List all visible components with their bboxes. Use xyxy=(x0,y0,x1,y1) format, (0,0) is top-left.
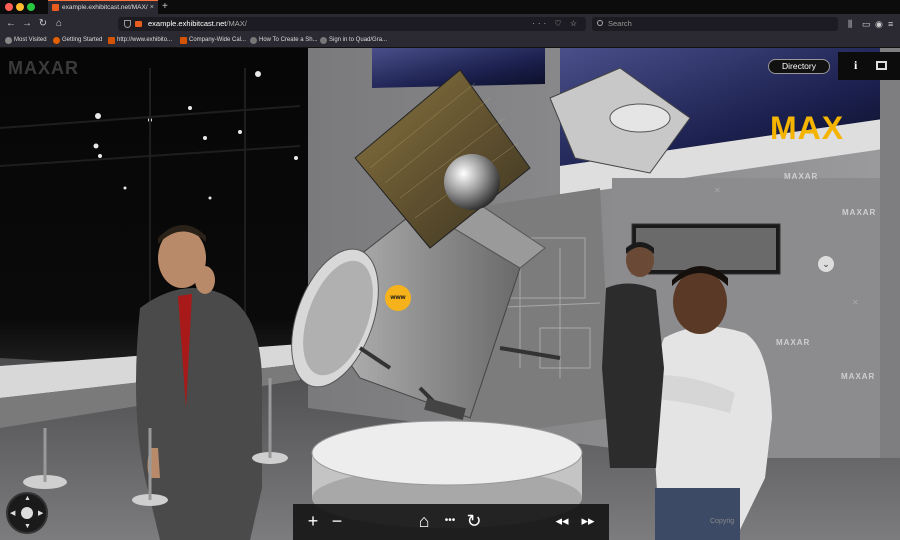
library-icon[interactable]: ⫼ xyxy=(848,17,852,31)
maxar-logo: MAXAR xyxy=(8,58,79,78)
wall-sign: MAXAR xyxy=(784,172,819,181)
url-path: /MAX/ xyxy=(226,19,247,28)
previous-button[interactable]: ◂◂ xyxy=(551,510,573,534)
x-mark-icon: ✕ xyxy=(714,186,721,195)
wall-sign: MAXAR xyxy=(841,372,876,381)
directory-button[interactable]: Directory xyxy=(768,59,830,74)
bookmarks-bar: Most Visited Getting Started http://www.… xyxy=(0,34,900,48)
search-placeholder: Search xyxy=(608,19,632,28)
chevron-down-icon[interactable]: ⌄ xyxy=(818,256,834,272)
home-icon[interactable]: ⌂ xyxy=(52,17,66,31)
site-identity-icon[interactable] xyxy=(135,21,142,27)
more-button[interactable]: ••• xyxy=(439,510,461,534)
site-favicon-icon xyxy=(108,37,115,44)
arrow-down-icon[interactable]: ▼ xyxy=(24,523,31,530)
site-favicon-icon xyxy=(180,37,187,44)
refresh-button[interactable]: ↻ xyxy=(463,510,485,534)
globe-icon xyxy=(250,37,257,44)
minimize-window-button[interactable] xyxy=(16,3,24,11)
tab-close-button[interactable]: × xyxy=(150,1,154,14)
shield-icon[interactable] xyxy=(124,20,131,28)
site-favicon-icon xyxy=(52,4,59,11)
maximize-window-button[interactable] xyxy=(27,3,35,11)
back-arrow-icon[interactable]: ← xyxy=(4,17,18,31)
globe-icon xyxy=(320,37,327,44)
url-bar[interactable]: example.exhibitcast.net/MAX/ ··· ♡ ☆ xyxy=(118,17,586,31)
new-tab-button[interactable]: + xyxy=(162,0,168,13)
booth-big-logo: MAX xyxy=(770,110,845,146)
bookmark-company-cal[interactable]: Company-Wide Cal... xyxy=(180,34,246,47)
firefox-icon xyxy=(53,37,60,44)
navigation-joystick[interactable]: ▲ ▼ ◀ ▶ xyxy=(6,492,48,534)
next-button[interactable]: ▸▸ xyxy=(577,510,599,534)
bookmark-how-to[interactable]: How To Create a Sh... xyxy=(250,34,318,47)
browser-titlebar: example.exhibitcast.net/MAX/ × + xyxy=(0,0,900,14)
zoom-in-button[interactable]: + xyxy=(303,510,323,534)
bookmark-most-visited[interactable]: Most Visited xyxy=(5,34,47,47)
booth-illustration xyxy=(0,48,900,540)
browser-tab[interactable]: example.exhibitcast.net/MAX/ × xyxy=(48,0,158,14)
url-host: example.exhibitcast.net xyxy=(148,19,227,28)
gear-icon xyxy=(5,37,12,44)
virtual-booth-scene[interactable]: MAXAR MAX MAXAR MAXAR MAXAR MAXAR ✕ ✕ ⌄ … xyxy=(0,48,900,540)
arrow-up-icon[interactable]: ▲ xyxy=(24,495,31,502)
close-window-button[interactable] xyxy=(5,3,13,11)
menu-icon[interactable]: ≡ xyxy=(888,17,893,31)
search-input[interactable]: Search xyxy=(592,17,838,31)
account-icon[interactable]: ◉ xyxy=(875,17,883,31)
reload-icon[interactable]: ↻ xyxy=(36,17,50,31)
wall-sign: MAXAR xyxy=(776,338,811,347)
page-action-icons[interactable]: ··· ♡ ☆ xyxy=(532,17,580,31)
browser-navbar: ← → ↻ ⌂ example.exhibitcast.net/MAX/ ···… xyxy=(0,14,900,34)
www-hotspot-button[interactable]: www xyxy=(385,285,411,311)
wall-sign: MAXAR xyxy=(842,208,877,217)
bookmark-sign-in[interactable]: Sign in to Quad/Gra... xyxy=(320,34,387,47)
top-right-toolbar: i xyxy=(838,52,900,80)
fullscreen-icon[interactable] xyxy=(876,61,887,70)
zoom-out-button[interactable]: − xyxy=(327,510,347,534)
x-mark-icon: ✕ xyxy=(852,298,859,307)
info-icon[interactable]: i xyxy=(854,58,857,73)
arrow-right-icon[interactable]: ▶ xyxy=(38,509,43,517)
sidebar-icon[interactable]: ▭ xyxy=(862,17,871,31)
home-button[interactable]: ⌂ xyxy=(413,510,435,534)
copyright-text: Copyrig xyxy=(710,518,735,525)
forward-arrow-icon[interactable]: → xyxy=(20,17,34,31)
viewer-control-bar: + − ⌂ ••• ↻ ◂◂ ▸▸ xyxy=(293,504,609,540)
joystick-center[interactable] xyxy=(21,507,33,519)
tab-title: example.exhibitcast.net/MAX/ xyxy=(62,4,148,11)
search-icon xyxy=(597,20,603,26)
arrow-left-icon[interactable]: ◀ xyxy=(10,509,15,517)
bookmark-getting-started[interactable]: Getting Started xyxy=(53,34,102,47)
bookmark-exhibito[interactable]: http://www.exhibito... xyxy=(108,34,172,47)
